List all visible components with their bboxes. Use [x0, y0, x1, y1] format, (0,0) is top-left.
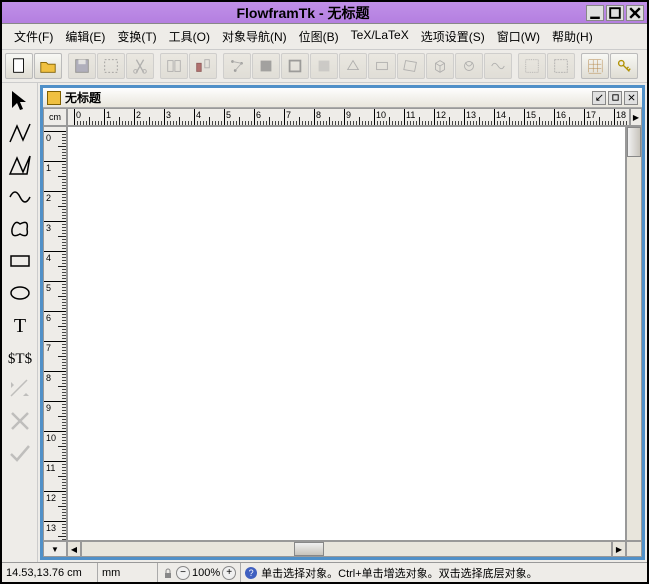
menu-navigate[interactable]: 对象导航(N): [216, 26, 293, 47]
3d-button[interactable]: [426, 53, 454, 79]
canvas[interactable]: [67, 126, 626, 541]
close-button[interactable]: [626, 5, 644, 21]
document-title: 无标题: [65, 89, 588, 106]
menu-bitmap[interactable]: 位图(B): [293, 26, 345, 47]
stroke-button[interactable]: [281, 53, 309, 79]
move-tool: [4, 373, 36, 405]
unknown-button[interactable]: [368, 53, 396, 79]
menu-help[interactable]: 帮助(H): [546, 26, 599, 47]
zoom-level: 100%: [192, 567, 220, 579]
ruler-unit: cm: [43, 108, 67, 126]
menu-window[interactable]: 窗口(W): [491, 26, 546, 47]
line-tool[interactable]: [4, 117, 36, 149]
vertical-scrollbar[interactable]: [626, 126, 642, 541]
polygon-tool[interactable]: [4, 149, 36, 181]
horizontal-ruler[interactable]: 0123456789101112131415161718: [67, 108, 630, 126]
menu-file[interactable]: 文件(F): [8, 26, 59, 47]
scroll-right-button[interactable]: ▶: [612, 541, 626, 557]
titlebar[interactable]: FlowframTk - 无标题: [2, 2, 647, 24]
menubar: 文件(F) 编辑(E) 变换(T) 工具(O) 对象导航(N) 位图(B) Te…: [2, 24, 647, 50]
marquee1-button[interactable]: [518, 53, 546, 79]
window-title: FlowframTk - 无标题: [20, 3, 586, 23]
perspective-button[interactable]: [397, 53, 425, 79]
document-icon: [47, 91, 61, 105]
menu-transform[interactable]: 变换(T): [111, 26, 162, 47]
select-tool[interactable]: [4, 85, 36, 117]
filter-button[interactable]: [310, 53, 338, 79]
toolbar: [2, 50, 647, 83]
zoom-in-button[interactable]: +: [222, 566, 236, 580]
menu-edit[interactable]: 编辑(E): [59, 26, 111, 47]
select-all-button[interactable]: [97, 53, 125, 79]
closed-curve-tool[interactable]: [4, 213, 36, 245]
math-text-tool[interactable]: $T$: [4, 341, 36, 373]
zoom-out-button[interactable]: −: [176, 566, 190, 580]
maximize-button[interactable]: [606, 5, 624, 21]
status-help-text: 单击选择对象。Ctrl+单击增选对象。双击选择底层对象。: [261, 565, 538, 581]
wave-button[interactable]: [484, 53, 512, 79]
delete-tool: [4, 405, 36, 437]
minimize-button[interactable]: [586, 5, 604, 21]
scroll-left-button[interactable]: ◀: [67, 541, 81, 557]
curve-tool[interactable]: [4, 181, 36, 213]
statusbar: 14.53,13.76 cm mm − 100% + ? 单击选择对象。Ctrl…: [2, 562, 647, 582]
frame-link-button[interactable]: [189, 53, 217, 79]
transform-button[interactable]: [339, 53, 367, 79]
menu-settings[interactable]: 选项设置(S): [415, 26, 491, 47]
key-button[interactable]: [610, 53, 638, 79]
doc-minimize-button[interactable]: [592, 91, 606, 105]
info-icon: ?: [245, 567, 257, 579]
rectangle-tool[interactable]: [4, 245, 36, 277]
doc-maximize-button[interactable]: [608, 91, 622, 105]
menu-tex[interactable]: TeX/LaTeX: [345, 26, 415, 47]
new-button[interactable]: [5, 53, 33, 79]
document-frame: 无标题 cm 0123456789101112131415161718 ▶ 01…: [40, 85, 645, 560]
flowframe-button[interactable]: [160, 53, 188, 79]
text-tool[interactable]: T: [4, 309, 36, 341]
confirm-tool: [4, 437, 36, 469]
save-button[interactable]: [68, 53, 96, 79]
marquee2-button[interactable]: [547, 53, 575, 79]
lock-icon[interactable]: [162, 567, 174, 579]
fill-button[interactable]: [252, 53, 280, 79]
edit-path-button[interactable]: [223, 53, 251, 79]
open-button[interactable]: [34, 53, 62, 79]
svg-text:T: T: [14, 315, 26, 337]
svg-text:$T$: $T$: [8, 351, 33, 367]
vertical-ruler[interactable]: 012345678910111213: [43, 126, 67, 541]
status-unit[interactable]: mm: [98, 563, 158, 582]
ruler-nav-down[interactable]: ▼: [43, 541, 67, 557]
ruler-nav-right[interactable]: ▶: [630, 108, 642, 126]
doc-close-button[interactable]: [624, 91, 638, 105]
document-titlebar[interactable]: 无标题: [43, 88, 642, 108]
ellipse-tool[interactable]: [4, 277, 36, 309]
horizontal-scrollbar[interactable]: [81, 541, 612, 557]
menu-tools[interactable]: 工具(O): [163, 26, 216, 47]
side-toolbar: T $T$: [2, 83, 38, 562]
cut-button[interactable]: [126, 53, 154, 79]
grid-button[interactable]: [581, 53, 609, 79]
status-coords: 14.53,13.76 cm: [2, 563, 98, 582]
knot-button[interactable]: [455, 53, 483, 79]
